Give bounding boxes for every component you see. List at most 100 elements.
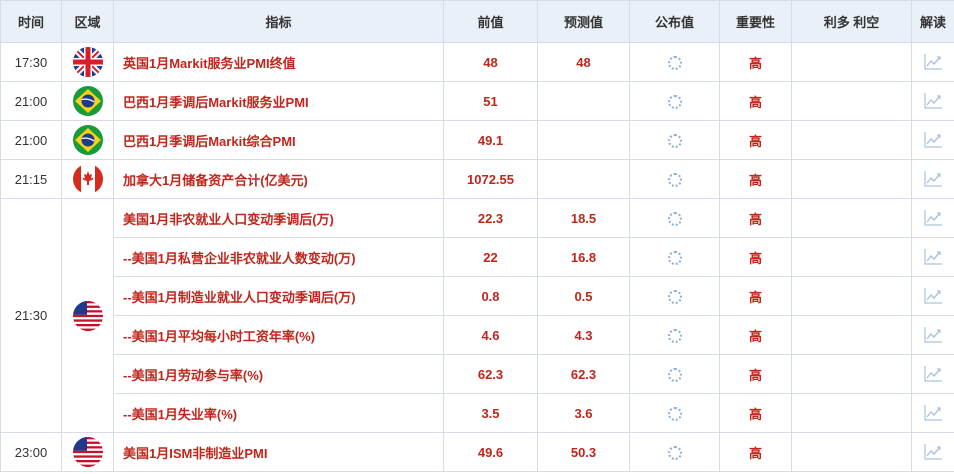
region-cell [61, 120, 114, 160]
chart-trend-icon[interactable] [923, 53, 943, 70]
region-cell [61, 159, 114, 199]
interpret-cell[interactable] [911, 315, 954, 355]
table-row[interactable]: 21:00 巴西1月季调后Markit服务业PMI 51 高 [0, 81, 954, 121]
loading-spinner-icon [667, 289, 682, 304]
economic-calendar-table: 时间 区域 指标 前值 预测值 公布值 重要性 利多 利空 解读 17:30 英国… [0, 0, 954, 472]
interpret-cell[interactable] [911, 81, 954, 121]
previous-value: 51 [443, 81, 538, 121]
table-row[interactable]: --美国1月劳动参与率(%) 62.3 62.3 高 [1, 354, 954, 394]
table-row[interactable]: 21:30 美国1月非农就业人口变动季调后(万) 22.3 18.5 高 [0, 198, 954, 433]
previous-value: 0.8 [443, 276, 538, 316]
chart-trend-icon[interactable] [923, 92, 943, 109]
region-cell [61, 432, 114, 472]
loading-spinner-icon [667, 133, 682, 148]
indicator-name[interactable]: 美国1月非农就业人口变动季调后(万) [113, 198, 444, 238]
previous-value: 4.6 [443, 315, 538, 355]
indicator-name[interactable]: --美国1月失业率(%) [113, 393, 444, 433]
interpret-cell[interactable] [911, 354, 954, 394]
table-row[interactable]: --美国1月失业率(%) 3.5 3.6 高 [1, 393, 954, 433]
brazil-flag-icon [72, 86, 103, 116]
actual-value [629, 315, 720, 355]
chart-trend-icon[interactable] [923, 209, 943, 226]
impact-cell [791, 237, 912, 277]
interpret-cell[interactable] [911, 276, 954, 316]
table-row[interactable]: 21:15 加拿大1月储备资产合计(亿美元) 1072.55 高 [0, 159, 954, 199]
forecast-value: 62.3 [537, 354, 630, 394]
header-actual: 公布值 [629, 0, 720, 43]
previous-value: 22 [443, 237, 538, 277]
importance-value: 高 [719, 393, 792, 433]
time-cell: 21:00 [0, 120, 62, 160]
region-cell [61, 198, 114, 433]
loading-spinner-icon [667, 406, 682, 421]
indicator-name[interactable]: 美国1月ISM非制造业PMI [113, 432, 444, 472]
impact-cell [791, 315, 912, 355]
actual-value [629, 237, 720, 277]
actual-value [629, 198, 720, 238]
loading-spinner-icon [667, 55, 682, 70]
us-flag-icon [72, 437, 103, 467]
indicator-name[interactable]: --美国1月劳动参与率(%) [113, 354, 444, 394]
chart-trend-icon[interactable] [923, 248, 943, 265]
interpret-cell[interactable] [911, 237, 954, 277]
importance-value: 高 [719, 276, 792, 316]
actual-value [629, 159, 720, 199]
actual-value [629, 276, 720, 316]
header-importance: 重要性 [719, 0, 792, 43]
impact-cell [791, 120, 912, 160]
impact-cell [791, 198, 912, 238]
chart-trend-icon[interactable] [923, 287, 943, 304]
importance-value: 高 [719, 315, 792, 355]
time-cell: 21:00 [0, 81, 62, 121]
forecast-value [537, 120, 630, 160]
forecast-value: 0.5 [537, 276, 630, 316]
interpret-cell[interactable] [911, 42, 954, 82]
previous-value: 3.5 [443, 393, 538, 433]
importance-value: 高 [719, 81, 792, 121]
region-cell [61, 42, 114, 82]
impact-cell [791, 354, 912, 394]
table-row[interactable]: 21:00 巴西1月季调后Markit综合PMI 49.1 高 [0, 120, 954, 160]
interpret-cell[interactable] [911, 120, 954, 160]
forecast-value: 18.5 [537, 198, 630, 238]
table-row[interactable]: --美国1月私营企业非农就业人数变动(万) 22 16.8 高 [1, 237, 954, 277]
header-impact: 利多 利空 [791, 0, 912, 43]
interpret-cell[interactable] [911, 159, 954, 199]
chart-trend-icon[interactable] [923, 131, 943, 148]
indicator-name[interactable]: 英国1月Markit服务业PMI终值 [113, 42, 444, 82]
table-row[interactable]: --美国1月平均每小时工资年率(%) 4.6 4.3 高 [1, 315, 954, 355]
chart-trend-icon[interactable] [923, 365, 943, 382]
indicator-name[interactable]: --美国1月制造业就业人口变动季调后(万) [113, 276, 444, 316]
table-row[interactable]: --美国1月制造业就业人口变动季调后(万) 0.8 0.5 高 [1, 276, 954, 316]
time-cell: 17:30 [0, 42, 62, 82]
header-interpret: 解读 [911, 0, 954, 43]
chart-trend-icon[interactable] [923, 170, 943, 187]
indicator-name[interactable]: 加拿大1月储备资产合计(亿美元) [113, 159, 444, 199]
interpret-cell[interactable] [911, 432, 954, 472]
impact-cell [791, 276, 912, 316]
indicator-name[interactable]: --美国1月私营企业非农就业人数变动(万) [113, 237, 444, 277]
table-row[interactable]: 23:00 美国1月ISM非制造业PMI 49.6 50.3 高 [0, 432, 954, 472]
forecast-value: 50.3 [537, 432, 630, 472]
forecast-value: 3.6 [537, 393, 630, 433]
indicator-name[interactable]: 巴西1月季调后Markit服务业PMI [113, 81, 444, 121]
chart-trend-icon[interactable] [923, 326, 943, 343]
importance-value: 高 [719, 237, 792, 277]
importance-value: 高 [719, 42, 792, 82]
loading-spinner-icon [667, 211, 682, 226]
actual-value [629, 42, 720, 82]
previous-value: 48 [443, 42, 538, 82]
chart-trend-icon[interactable] [923, 404, 943, 421]
interpret-cell[interactable] [911, 198, 954, 238]
chart-trend-icon[interactable] [923, 443, 943, 460]
previous-value: 22.3 [443, 198, 538, 238]
header-forecast: 预测值 [537, 0, 630, 43]
actual-value [629, 120, 720, 160]
table-row[interactable]: 17:30 英国1月Markit服务业PMI终值 48 48 高 [0, 42, 954, 82]
impact-cell [791, 81, 912, 121]
interpret-cell[interactable] [911, 393, 954, 433]
indicator-name[interactable]: 巴西1月季调后Markit综合PMI [113, 120, 444, 160]
indicator-name[interactable]: --美国1月平均每小时工资年率(%) [113, 315, 444, 355]
loading-spinner-icon [667, 250, 682, 265]
forecast-value: 48 [537, 42, 630, 82]
